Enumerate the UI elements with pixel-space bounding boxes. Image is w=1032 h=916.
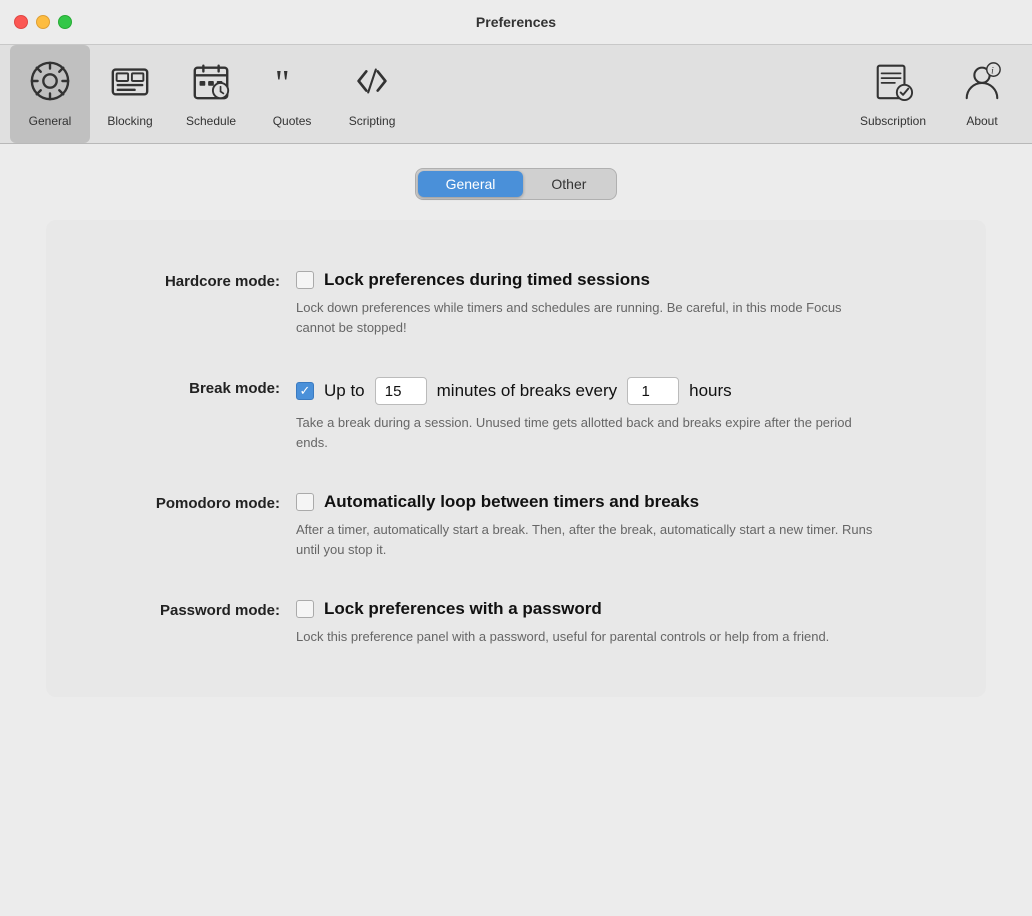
- break-checkbox[interactable]: ✓: [296, 382, 314, 400]
- window-controls: [14, 15, 72, 29]
- setting-row-hardcore: Hardcore mode: Lock preferences during t…: [86, 250, 946, 357]
- about-icon: i: [961, 60, 1003, 108]
- toolbar-item-blocking[interactable]: Blocking: [90, 45, 170, 143]
- pomodoro-label: Pomodoro mode:: [86, 492, 296, 512]
- svg-text:i: i: [991, 65, 994, 76]
- password-label: Password mode:: [86, 599, 296, 619]
- general-icon: [29, 60, 71, 108]
- hardcore-main-row: Lock preferences during timed sessions: [296, 270, 946, 290]
- toolbar-item-scripting[interactable]: Scripting: [332, 45, 412, 143]
- blocking-icon: [109, 60, 151, 108]
- svg-text:": ": [275, 62, 290, 102]
- settings-panel: Hardcore mode: Lock preferences during t…: [46, 220, 986, 697]
- toolbar-label-scripting: Scripting: [349, 114, 396, 128]
- password-desc: Lock this preference panel with a passwo…: [296, 627, 876, 647]
- break-minutes-input[interactable]: [375, 377, 427, 405]
- setting-row-password: Password mode: Lock preferences with a p…: [86, 579, 946, 667]
- toolbar-item-schedule[interactable]: Schedule: [170, 45, 252, 143]
- break-middle: minutes of breaks every: [437, 381, 617, 401]
- toolbar-label-quotes: Quotes: [273, 114, 312, 128]
- subscription-icon: [872, 60, 914, 108]
- pomodoro-checkbox[interactable]: [296, 493, 314, 511]
- quotes-icon: ": [271, 60, 313, 108]
- hardcore-content: Lock preferences during timed sessions L…: [296, 270, 946, 337]
- password-content: Lock preferences with a password Lock th…: [296, 599, 946, 647]
- scripting-icon: [351, 60, 393, 108]
- toolbar-label-general: General: [29, 114, 72, 128]
- preferences-window: Preferences General: [0, 0, 1032, 916]
- toolbar-item-subscription[interactable]: Subscription: [844, 45, 942, 143]
- hardcore-title: Lock preferences during timed sessions: [324, 270, 650, 290]
- password-checkbox[interactable]: [296, 600, 314, 618]
- setting-row-break: Break mode: ✓ Up to minutes of breaks ev…: [86, 357, 946, 472]
- content-area: General Other Hardcore mode: Lock prefer…: [0, 144, 1032, 916]
- toolbar-item-general[interactable]: General: [10, 45, 90, 143]
- break-desc: Take a break during a session. Unused ti…: [296, 413, 876, 452]
- title-bar: Preferences: [0, 0, 1032, 44]
- toolbar-label-about: About: [966, 114, 997, 128]
- pomodoro-title: Automatically loop between timers and br…: [324, 492, 699, 512]
- toolbar-label-subscription: Subscription: [860, 114, 926, 128]
- break-suffix: hours: [689, 381, 732, 401]
- schedule-icon: [190, 60, 232, 108]
- password-main-row: Lock preferences with a password: [296, 599, 946, 619]
- pomodoro-main-row: Automatically loop between timers and br…: [296, 492, 946, 512]
- toolbar-item-about[interactable]: i About: [942, 45, 1022, 143]
- segment-other[interactable]: Other: [523, 171, 614, 197]
- hardcore-desc: Lock down preferences while timers and s…: [296, 298, 876, 337]
- toolbar-item-quotes[interactable]: " Quotes: [252, 45, 332, 143]
- break-content: ✓ Up to minutes of breaks every hours Ta…: [296, 377, 946, 452]
- break-main-row: ✓ Up to minutes of breaks every hours: [296, 377, 946, 405]
- pomodoro-desc: After a timer, automatically start a bre…: [296, 520, 876, 559]
- maximize-button[interactable]: [58, 15, 72, 29]
- segment-general[interactable]: General: [418, 171, 524, 197]
- toolbar: General Blocking: [0, 44, 1032, 144]
- setting-row-pomodoro: Pomodoro mode: Automatically loop betwee…: [86, 472, 946, 579]
- minimize-button[interactable]: [36, 15, 50, 29]
- password-title: Lock preferences with a password: [324, 599, 602, 619]
- segmented-control: General Other: [415, 168, 618, 200]
- toolbar-spacer: [412, 45, 844, 143]
- hardcore-checkbox[interactable]: [296, 271, 314, 289]
- pomodoro-content: Automatically loop between timers and br…: [296, 492, 946, 559]
- toolbar-label-schedule: Schedule: [186, 114, 236, 128]
- window-title: Preferences: [476, 14, 556, 30]
- hardcore-label: Hardcore mode:: [86, 270, 296, 290]
- close-button[interactable]: [14, 15, 28, 29]
- break-label: Break mode:: [86, 377, 296, 397]
- toolbar-label-blocking: Blocking: [107, 114, 152, 128]
- break-hours-input[interactable]: [627, 377, 679, 405]
- break-prefix: Up to: [324, 381, 365, 401]
